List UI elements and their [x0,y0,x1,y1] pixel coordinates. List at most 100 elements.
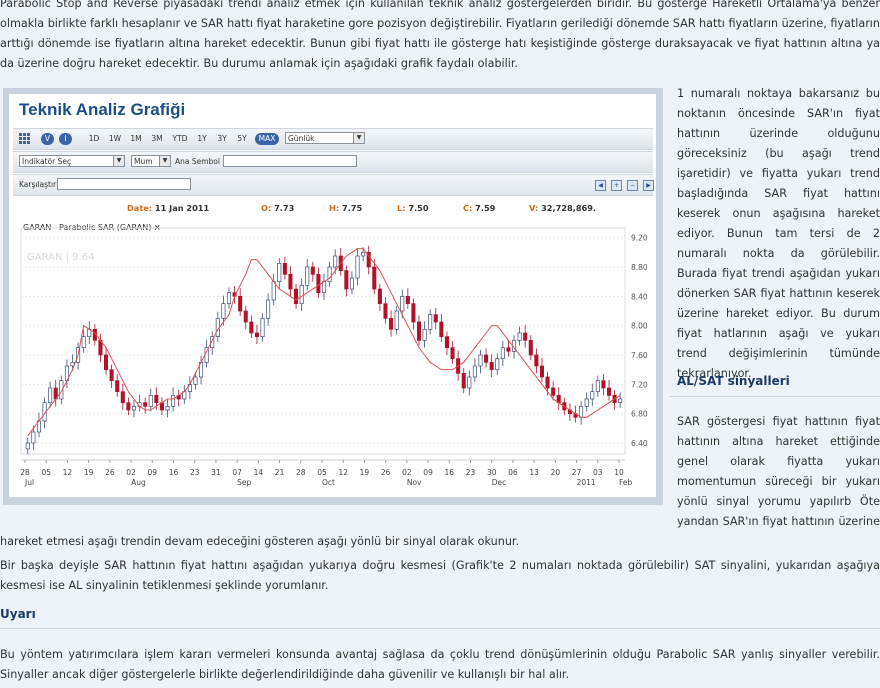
x-tick-label: 12 [63,468,73,477]
x-month-label: Nov [407,478,422,487]
candle-body [400,295,405,312]
candle-body [266,299,271,319]
x-tick-label: 03 [593,468,603,477]
candle-body [305,266,310,286]
candle-body [154,394,159,404]
candle-body [377,288,382,305]
candle-body [221,303,226,319]
side-paragraph-1: 1 numaralı noktaya bakarsanız bu noktanı… [677,87,880,380]
intro-paragraph: Parabolic Stop and Reverse piyasadaki tr… [0,0,880,70]
y-tick-label: 7.60 [631,351,648,360]
candle-body [131,405,137,411]
y-tick-label: 7.20 [631,380,648,389]
candle-body [489,361,494,371]
x-month-label: Jul [24,478,34,487]
candle-body [316,273,321,294]
candle-body [344,270,349,290]
warning-title: Uyarı [0,607,36,621]
candle-body [238,295,243,312]
candle-body [294,288,299,305]
candle-body [288,273,293,290]
x-tick-label: 26 [105,468,115,477]
candle-body [349,277,354,290]
candle-body [467,376,472,389]
candle-body [31,431,36,444]
y-tick-label: 8.80 [631,263,648,272]
candle-body [517,332,522,341]
candle-body [450,347,455,360]
candle-body [506,347,511,352]
candle-body [254,332,259,338]
candlestick-chart: 9.20 8.80 8.40 8.00 7.60 7.20 6.80 6.40 GARAN | … [20,227,648,487]
candle-body [579,405,584,418]
candle-body [277,262,282,283]
candle-body [372,266,377,290]
paragraph-2: Bir başka deyişle SAR hattının fiyat hat… [0,559,880,592]
candle-body [539,365,544,378]
candle-body [545,376,550,389]
candle-body [25,442,30,450]
x-tick-label: 23 [466,468,476,477]
x-month-label: Dec [492,478,507,487]
x-tick-label: 16 [445,468,455,477]
y-tick-label: 9.20 [631,234,648,243]
paragraph-3: Bu yöntem yatırımcılara işlem kararı ver… [0,648,880,681]
x-tick-label: 05 [317,468,327,477]
candle-body [478,354,483,367]
candle-body [584,398,589,407]
candle-body [165,405,170,411]
x-month-label: Sep [237,478,251,487]
candle-body [143,402,148,407]
candle-body [249,321,254,334]
x-tick-label: 31 [211,468,221,477]
candle-body [115,380,120,393]
candle-body [226,292,232,305]
x-tick-label: 27 [572,468,582,477]
candle-body [405,295,410,305]
section-divider [669,396,880,397]
x-tick-label: 05 [41,468,51,477]
candle-body [383,303,388,319]
candle-body [361,251,366,257]
continuation-paragraph: hareket etmesi aşağı trendin devam edece… [0,535,520,548]
x-tick-label: 07 [232,468,242,477]
candle-body [321,281,327,294]
section-title-signals: AL/SAT sinyalleri [677,374,790,388]
chart-figure: Teknik Analiz Grafiği V I 1D 1W 1M 3M YT… [3,88,663,505]
x-month-label: Aug [131,478,146,487]
candle-body [394,310,399,330]
x-tick-label: 20 [551,468,561,477]
candle-body [411,303,416,323]
x-tick-label: 16 [169,468,179,477]
candle-body [171,394,176,407]
side-paragraph-2: SAR göstergesi fiyat hattının fiyat hatt… [677,415,880,528]
x-tick-label: 02 [126,468,136,477]
candle-body [120,391,125,404]
x-tick-label: 10 [614,468,624,477]
candle-body [260,317,265,338]
candle-body [484,354,489,363]
candle-body [271,281,276,301]
candle-body [534,354,539,367]
x-tick-label: 09 [423,468,433,477]
candle-body [355,255,360,279]
x-tick-label: 14 [254,468,264,477]
candle-body [299,284,304,305]
candle-body [618,398,623,404]
candle-body [193,376,198,385]
candle-body [428,314,433,330]
candle-body [444,336,449,349]
x-tick-label: 28 [296,468,306,477]
x-tick-label: 19 [84,468,94,477]
candle-body [48,387,53,404]
x-month-label: 2011 [577,478,596,487]
candle-body [433,314,438,323]
candle-body [495,358,500,371]
y-tick-label: 6.40 [631,439,648,448]
plot-area [20,227,626,455]
candle-body [422,328,427,341]
x-tick-label: 06 [508,468,518,477]
x-month-label: Oct [322,478,335,487]
x-tick-label: 02 [402,468,412,477]
candle-body [81,336,86,349]
